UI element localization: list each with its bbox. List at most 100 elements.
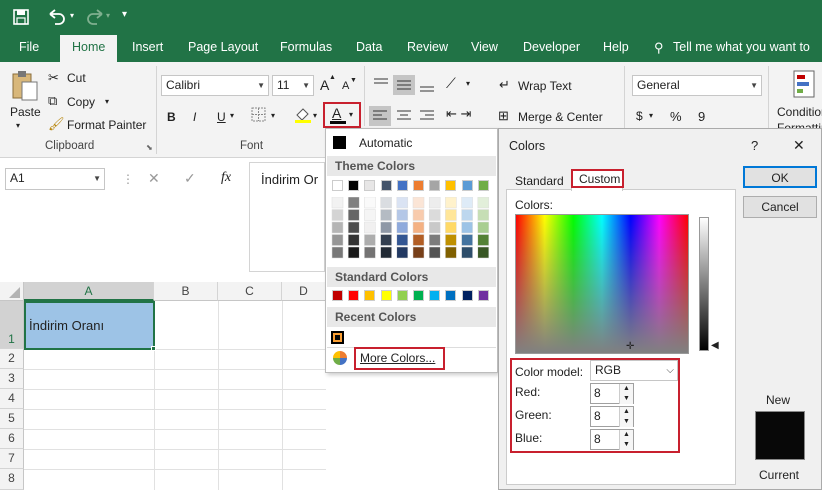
underline-button[interactable]: U bbox=[217, 110, 226, 124]
theme-shade-swatch[interactable] bbox=[428, 209, 441, 221]
theme-shade-swatch[interactable] bbox=[428, 221, 441, 234]
cancel-button[interactable]: Cancel bbox=[743, 196, 817, 218]
row-header-1[interactable]: 1 bbox=[0, 301, 24, 349]
theme-shade-swatch[interactable] bbox=[364, 246, 376, 259]
row-header-6[interactable]: 6 bbox=[0, 429, 24, 449]
orientation-icon[interactable]: ⟋ bbox=[446, 75, 456, 92]
theme-shade-swatch[interactable] bbox=[461, 209, 473, 221]
theme-shade-swatch[interactable] bbox=[396, 234, 409, 246]
theme-color-swatch[interactable] bbox=[413, 180, 424, 191]
theme-shade-swatch[interactable] bbox=[477, 234, 490, 246]
column-header-c[interactable]: C bbox=[218, 282, 282, 301]
theme-shade-swatch[interactable] bbox=[331, 209, 344, 221]
tab-custom[interactable]: Custom bbox=[579, 172, 620, 186]
name-box[interactable]: A1 ▼ bbox=[5, 168, 105, 190]
format-painter-button[interactable]: Format Painter bbox=[67, 118, 146, 132]
theme-shade-swatch[interactable] bbox=[364, 209, 376, 221]
theme-shade-swatch[interactable] bbox=[380, 246, 392, 259]
theme-color-swatch[interactable] bbox=[380, 180, 392, 191]
standard-color-swatch[interactable] bbox=[380, 290, 392, 301]
spin-up-icon[interactable]: ▲ bbox=[619, 430, 633, 440]
theme-shade-swatch[interactable] bbox=[412, 246, 425, 259]
spin-up-icon[interactable]: ▲ bbox=[619, 407, 633, 417]
fill-color-icon[interactable] bbox=[294, 106, 312, 124]
insert-function-button[interactable]: fx bbox=[221, 170, 231, 186]
luminance-pointer-icon[interactable]: ◀ bbox=[711, 340, 719, 351]
indent-icons[interactable]: ⇤ ⇥ bbox=[446, 106, 471, 122]
standard-color-swatch[interactable] bbox=[396, 290, 408, 301]
theme-shade-swatch[interactable] bbox=[412, 234, 425, 246]
bold-button[interactable]: B bbox=[167, 110, 176, 124]
theme-shade-swatch[interactable] bbox=[477, 221, 490, 234]
theme-shade-swatch[interactable] bbox=[380, 197, 392, 209]
theme-shade-swatch[interactable] bbox=[347, 234, 360, 246]
tab-data[interactable]: Data bbox=[356, 35, 382, 62]
theme-shade-swatch[interactable] bbox=[347, 246, 360, 259]
theme-shade-swatch[interactable] bbox=[396, 221, 409, 234]
theme-shade-swatch[interactable] bbox=[396, 209, 409, 221]
column-header-d[interactable]: D bbox=[282, 282, 326, 301]
row-header-7[interactable]: 7 bbox=[0, 449, 24, 469]
paste-button[interactable]: Paste bbox=[10, 105, 41, 119]
standard-color-swatch[interactable] bbox=[429, 290, 441, 301]
confirm-entry-icon[interactable]: ✓ bbox=[184, 170, 196, 187]
font-color-button[interactable]: A bbox=[332, 105, 341, 121]
theme-shade-swatch[interactable] bbox=[477, 197, 490, 209]
clipboard-launcher-icon[interactable]: ⬊ bbox=[146, 143, 153, 152]
merge-center-button[interactable]: Merge & Center bbox=[518, 110, 603, 124]
copy-dropdown-icon[interactable]: ▾ bbox=[105, 97, 109, 106]
luminance-slider[interactable] bbox=[699, 217, 709, 351]
theme-shade-swatch[interactable] bbox=[347, 197, 360, 209]
copy-button[interactable]: Copy bbox=[67, 95, 95, 109]
theme-shade-swatch[interactable] bbox=[364, 197, 376, 209]
theme-shade-swatch[interactable] bbox=[461, 246, 473, 259]
tab-help[interactable]: Help bbox=[603, 35, 629, 62]
theme-shade-swatch[interactable] bbox=[445, 246, 457, 259]
currency-button[interactable]: $ bbox=[636, 109, 643, 123]
row-header-2[interactable]: 2 bbox=[0, 349, 24, 369]
tell-me-search[interactable]: Tell me what you want to do bbox=[673, 35, 822, 79]
theme-shade-swatch[interactable] bbox=[331, 221, 344, 234]
cancel-entry-icon[interactable]: ✕ bbox=[148, 170, 160, 187]
theme-shade-swatch[interactable] bbox=[477, 246, 490, 259]
shrink-font-button[interactable]: A bbox=[342, 80, 349, 92]
undo-dropdown-icon[interactable]: ▾ bbox=[70, 11, 74, 20]
theme-shade-swatch[interactable] bbox=[445, 197, 457, 209]
theme-shade-swatch[interactable] bbox=[364, 234, 376, 246]
column-header-b[interactable]: B bbox=[154, 282, 218, 301]
theme-color-swatch[interactable] bbox=[348, 180, 360, 191]
wrap-text-button[interactable]: Wrap Text bbox=[518, 79, 572, 93]
theme-shade-swatch[interactable] bbox=[380, 209, 392, 221]
color-spectrum[interactable]: ✛ bbox=[515, 214, 689, 354]
theme-shade-swatch[interactable] bbox=[461, 221, 473, 234]
theme-color-swatch[interactable] bbox=[364, 180, 376, 191]
tab-view[interactable]: View bbox=[471, 35, 498, 62]
theme-shade-swatch[interactable] bbox=[412, 197, 425, 209]
comma-button[interactable]: 9 bbox=[698, 109, 705, 124]
redo-icon[interactable] bbox=[84, 8, 106, 26]
row-header-3[interactable]: 3 bbox=[0, 369, 24, 389]
undo-icon[interactable] bbox=[46, 8, 70, 26]
theme-color-swatch[interactable] bbox=[429, 180, 441, 191]
paste-icon[interactable] bbox=[11, 70, 39, 102]
conditional-formatting-icon[interactable] bbox=[793, 70, 815, 100]
automatic-option[interactable]: Automatic bbox=[359, 136, 412, 150]
spin-down-icon[interactable]: ▼ bbox=[619, 440, 633, 450]
fill-handle[interactable] bbox=[151, 346, 156, 351]
ok-button[interactable]: OK bbox=[743, 166, 817, 188]
column-header-a[interactable]: A bbox=[24, 282, 154, 301]
conditional-formatting-button[interactable]: Condition bbox=[777, 105, 822, 119]
number-format-combo[interactable]: General ▼ bbox=[632, 75, 762, 96]
save-icon[interactable] bbox=[12, 8, 30, 26]
theme-color-swatch[interactable] bbox=[477, 180, 489, 191]
theme-shade-swatch[interactable] bbox=[347, 221, 360, 234]
tab-file[interactable]: File bbox=[19, 35, 39, 62]
theme-color-swatch[interactable] bbox=[332, 180, 343, 191]
standard-color-swatch[interactable] bbox=[332, 290, 343, 301]
theme-color-swatch[interactable] bbox=[461, 180, 473, 191]
select-all-corner[interactable] bbox=[0, 282, 24, 301]
standard-color-swatch[interactable] bbox=[364, 290, 376, 301]
fill-dropdown-icon[interactable]: ▾ bbox=[313, 111, 317, 120]
theme-color-swatch[interactable] bbox=[396, 180, 408, 191]
standard-color-swatch[interactable] bbox=[445, 290, 457, 301]
